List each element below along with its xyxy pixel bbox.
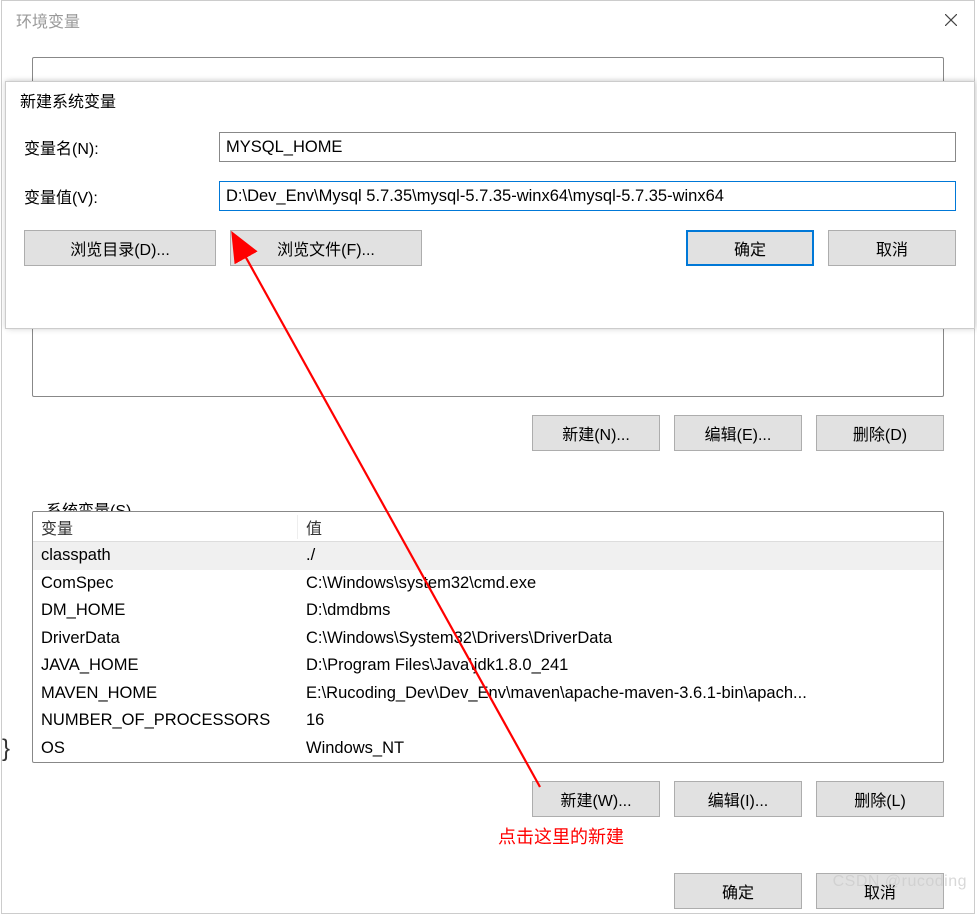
table-row[interactable]: OSWindows_NT <box>33 735 943 763</box>
close-icon <box>945 14 957 26</box>
var-name-input[interactable] <box>219 132 956 162</box>
new-user-var-button[interactable]: 新建(N)... <box>532 415 660 451</box>
watermark: CSDN @rucoding <box>833 873 967 891</box>
edit-user-var-button[interactable]: 编辑(E)... <box>674 415 802 451</box>
var-name-row: 变量名(N): <box>24 132 956 162</box>
browse-buttons: 浏览目录(D)... 浏览文件(F)... <box>24 230 422 266</box>
system-vars-buttons: 新建(W)... 编辑(I)... 删除(L) <box>32 781 944 817</box>
inner-cancel-button[interactable]: 取消 <box>828 230 956 266</box>
ok-cancel-buttons: 确定 取消 <box>686 230 956 266</box>
ok-button[interactable]: 确定 <box>674 873 802 909</box>
browse-file-button[interactable]: 浏览文件(F)... <box>230 230 422 266</box>
dialog-title: 环境变量 <box>16 8 80 32</box>
inner-ok-button[interactable]: 确定 <box>686 230 814 266</box>
browse-dir-button[interactable]: 浏览目录(D)... <box>24 230 216 266</box>
user-vars-buttons: 新建(N)... 编辑(E)... 删除(D) <box>32 415 944 451</box>
table-row[interactable]: NUMBER_OF_PROCESSORS16 <box>33 707 943 735</box>
annotation-text: 点击这里的新建 <box>498 823 624 849</box>
new-system-var-button[interactable]: 新建(W)... <box>532 781 660 817</box>
table-row[interactable]: ComSpecC:\Windows\system32\cmd.exe <box>33 570 943 598</box>
table-header: 变量 值 <box>33 512 943 542</box>
inner-titlebar: 新建系统变量 <box>6 82 974 118</box>
delete-user-var-button[interactable]: 删除(D) <box>816 415 944 451</box>
delete-system-var-button[interactable]: 删除(L) <box>816 781 944 817</box>
header-variable[interactable]: 变量 <box>33 515 298 539</box>
titlebar: 环境变量 <box>2 1 974 39</box>
table-row[interactable]: DM_HOMED:\dmdbms <box>33 597 943 625</box>
inner-button-row: 浏览目录(D)... 浏览文件(F)... 确定 取消 <box>24 230 956 266</box>
var-value-label: 变量值(V): <box>24 184 219 208</box>
var-name-label: 变量名(N): <box>24 135 219 159</box>
inner-dialog-title: 新建系统变量 <box>20 88 116 112</box>
table-row[interactable]: JAVA_HOMED:\Program Files\Java\jdk1.8.0_… <box>33 652 943 680</box>
system-vars-listbox[interactable]: 变量 值 classpath./ ComSpecC:\Windows\syste… <box>32 511 944 763</box>
table-row[interactable]: DriverDataC:\Windows\System32\Drivers\Dr… <box>33 625 943 653</box>
header-value[interactable]: 值 <box>298 515 943 539</box>
new-system-var-dialog: 新建系统变量 变量名(N): 变量值(V): 浏览目录(D)... 浏览文件(F… <box>5 81 975 329</box>
close-button[interactable] <box>928 1 974 39</box>
inner-body: 变量名(N): 变量值(V): 浏览目录(D)... 浏览文件(F)... 确定… <box>6 118 974 266</box>
brace-decor: } <box>2 735 10 763</box>
var-value-input[interactable] <box>219 181 956 211</box>
edit-system-var-button[interactable]: 编辑(I)... <box>674 781 802 817</box>
table-row[interactable]: classpath./ <box>33 542 943 570</box>
system-vars-group: 系统变量(S) 变量 值 classpath./ ComSpecC:\Windo… <box>32 487 944 763</box>
table-body[interactable]: classpath./ ComSpecC:\Windows\system32\c… <box>33 542 943 762</box>
var-value-row: 变量值(V): <box>24 181 956 211</box>
table-row[interactable]: MAVEN_HOMEE:\Rucoding_Dev\Dev_Env\maven\… <box>33 680 943 708</box>
dialog-bottom-buttons: 确定 取消 <box>32 873 944 909</box>
